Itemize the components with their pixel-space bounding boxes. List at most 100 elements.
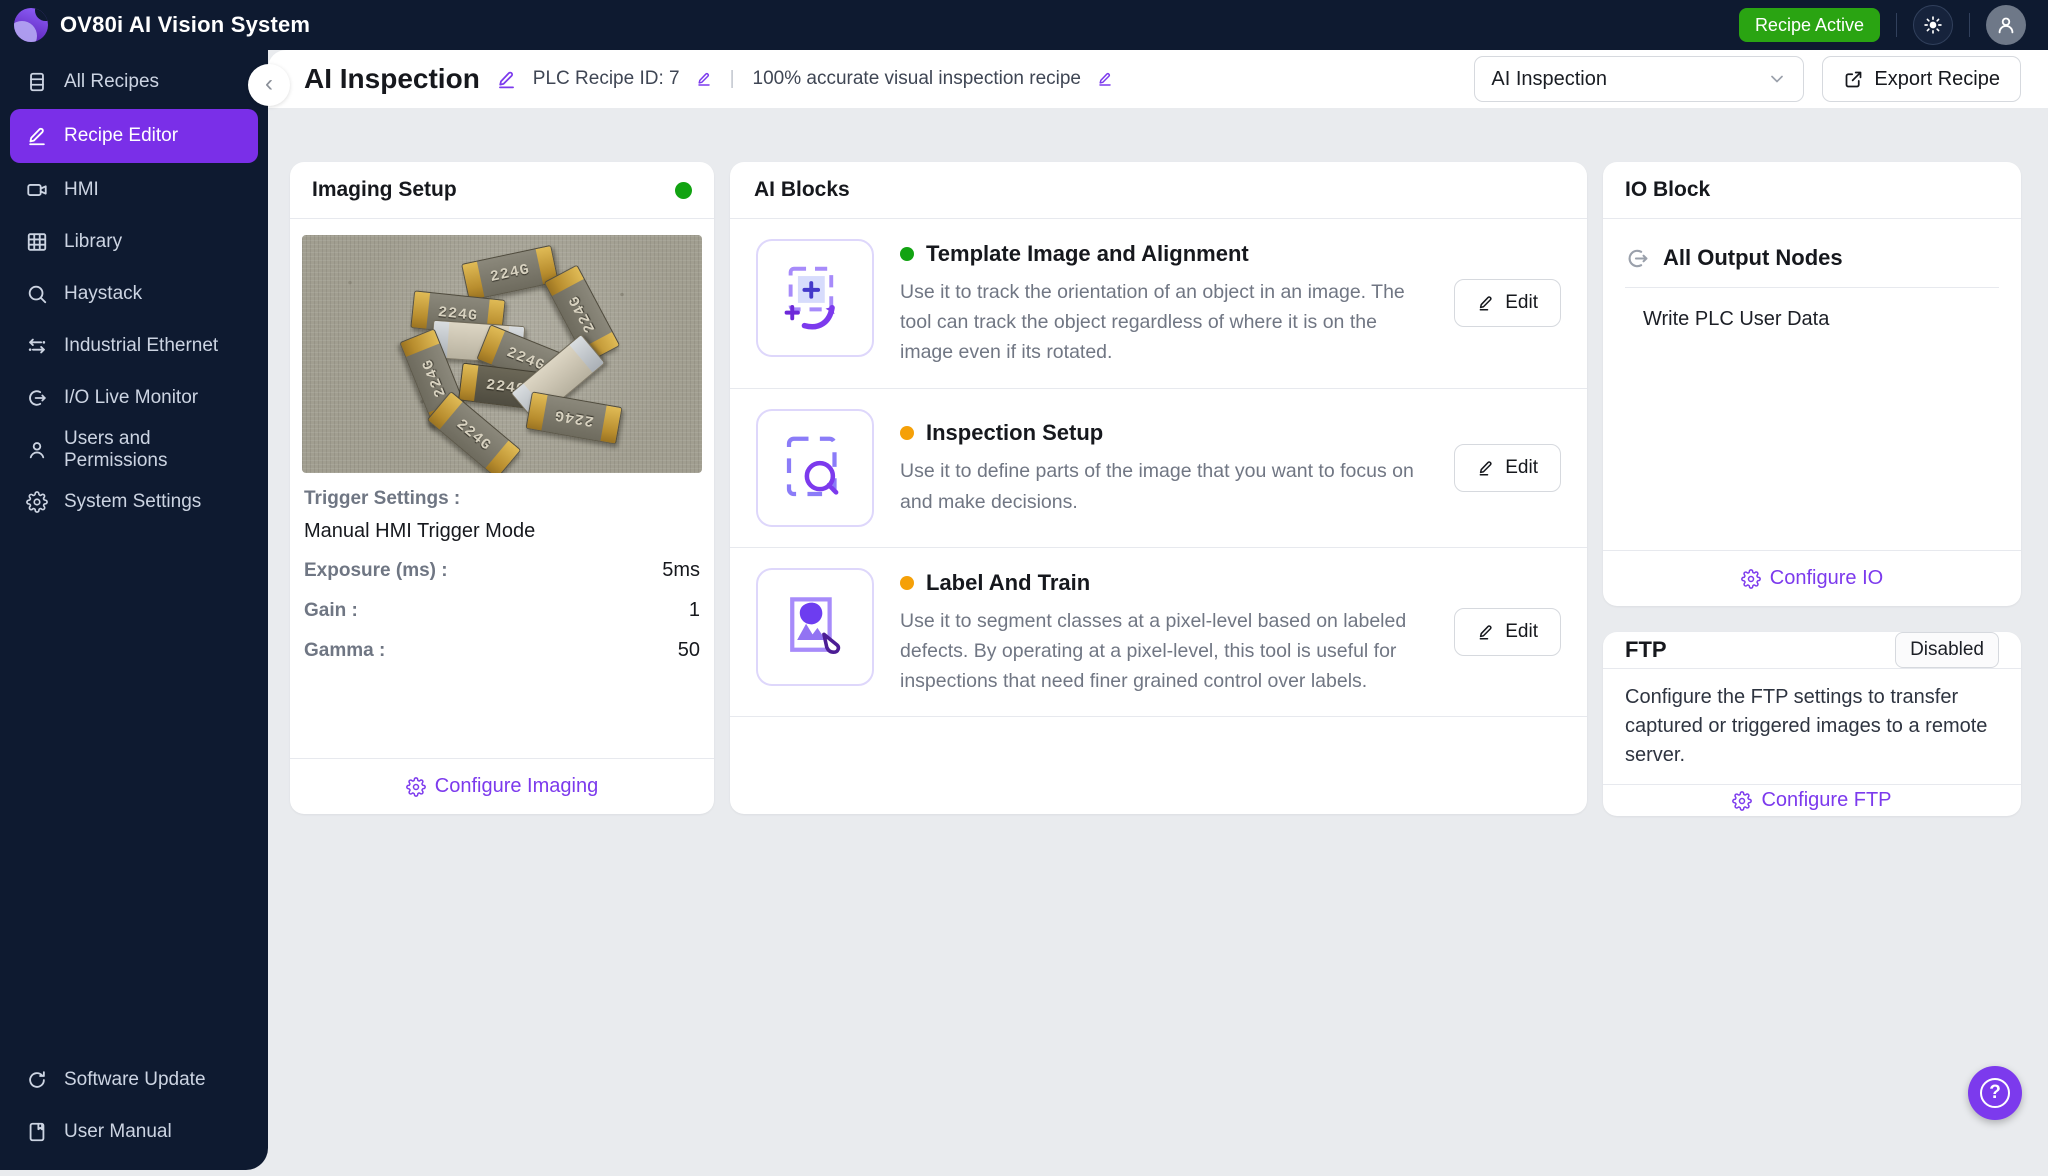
ai-block-text: Label And Train Use it to segment classe… — [900, 568, 1428, 697]
sidebar: All Recipes Recipe Editor HMI Library Ha… — [0, 50, 268, 1170]
brightness-icon — [1924, 16, 1942, 34]
io-block-header: IO Block — [1603, 162, 2021, 219]
sidebar-item-label: Haystack — [64, 283, 143, 304]
io-block-title: IO Block — [1625, 178, 1711, 201]
swap-arrows-icon — [28, 338, 46, 354]
grid-table-icon — [27, 233, 47, 251]
ai-blocks-header: AI Blocks — [730, 162, 1587, 219]
edit-template-alignment-button[interactable]: Edit — [1454, 279, 1561, 328]
io-card-footer: Configure IO — [1603, 550, 2021, 606]
topbar-separator — [1969, 13, 1970, 37]
edit-title-icon[interactable] — [496, 69, 517, 90]
header-separator: | — [729, 68, 735, 89]
gamma-value: 50 — [677, 639, 700, 661]
configure-imaging-label: Configure Imaging — [434, 775, 599, 797]
user-avatar-button[interactable] — [1986, 5, 2026, 45]
recipe-active-badge: Recipe Active — [1738, 8, 1880, 42]
sidebar-footer: Software Update User Manual — [0, 1054, 268, 1162]
sidebar-item-recipe-editor[interactable]: Recipe Editor — [10, 109, 258, 163]
configure-io-button[interactable]: Configure IO — [1735, 566, 1889, 591]
page-header-left: AI Inspection PLC Recipe ID: 7 | 100% ac… — [304, 63, 1113, 95]
output-nodes-title: All Output Nodes — [1663, 245, 1843, 270]
imaging-card-footer: Configure Imaging — [290, 758, 714, 814]
sidebar-item-label: User Manual — [64, 1121, 172, 1142]
sidebar-collapse-button[interactable]: ‹ — [248, 64, 290, 106]
gear-icon — [405, 776, 426, 797]
plc-recipe-id: PLC Recipe ID: 7 — [532, 68, 680, 89]
imaging-status-dot — [675, 181, 692, 199]
camera-preview: 224G 224G 224G 224G 224G 224G 224G 224G — [302, 235, 702, 473]
output-node-item: Write PLC User Data — [1643, 308, 1830, 330]
sidebar-item-label: HMI — [64, 179, 99, 200]
sidebar-item-hmi[interactable]: HMI — [10, 165, 258, 215]
ai-block-text: Template Image and Alignment Use it to t… — [900, 239, 1428, 368]
edit-description-icon[interactable] — [1097, 71, 1113, 87]
app-logo-icon — [14, 8, 48, 42]
help-button[interactable]: ? — [1968, 1066, 2022, 1120]
topbar-separator — [1896, 13, 1897, 37]
page-header: AI Inspection PLC Recipe ID: 7 | 100% ac… — [268, 50, 2048, 108]
export-recipe-button[interactable]: Export Recipe — [1822, 56, 2021, 102]
edit-button-label: Edit — [1505, 620, 1538, 642]
export-icon — [1846, 71, 1862, 87]
ftp-description: Configure the FTP settings to transfer c… — [1625, 686, 1988, 766]
block-status-dot — [900, 426, 914, 441]
gain-label: Gain : — [304, 599, 358, 621]
refresh-icon — [29, 1071, 45, 1088]
ftp-title: FTP — [1625, 637, 1667, 662]
sidebar-item-users-permissions[interactable]: Users and Permissions — [10, 425, 258, 475]
chevron-down-icon — [1771, 75, 1784, 83]
imaging-setup-card: Imaging Setup 224G 224G 224G 224G 224G 224G 22… — [290, 162, 714, 814]
label-train-icon — [756, 567, 874, 686]
pen-icon — [1479, 625, 1492, 640]
page-title: AI Inspection — [304, 63, 480, 94]
output-nodes-header: All Output Nodes — [1625, 245, 1999, 271]
app-title: OV80i AI Vision System — [60, 12, 311, 37]
recipe-select[interactable]: AI Inspection — [1474, 56, 1805, 102]
smd-chip: 224G — [525, 391, 623, 445]
search-icon — [28, 285, 47, 304]
configure-io-label: Configure IO — [1769, 567, 1884, 589]
recipe-select-value: AI Inspection — [1491, 67, 1607, 90]
imaging-settings: Trigger Settings : Manual HMI Trigger Mo… — [290, 473, 714, 679]
sidebar-item-user-manual[interactable]: User Manual — [10, 1107, 258, 1157]
edit-button-label: Edit — [1505, 292, 1538, 314]
edit-label-train-button[interactable]: Edit — [1454, 607, 1561, 656]
configure-imaging-button[interactable]: Configure Imaging — [400, 774, 604, 799]
ai-blocks-card: AI Blocks Template Image and Alignment U… — [730, 162, 1587, 814]
page-header-actions: AI Inspection Export Recipe — [1474, 56, 2021, 102]
sidebar-item-all-recipes[interactable]: All Recipes — [10, 57, 258, 107]
gain-value: 1 — [688, 599, 700, 621]
sidebar-item-label: Users and Permissions — [64, 428, 168, 471]
block-status-dot — [900, 575, 914, 590]
exposure-label: Exposure (ms) : — [304, 559, 448, 581]
configure-ftp-label: Configure FTP — [1761, 789, 1892, 811]
ftp-header: FTP Disabled — [1603, 632, 2021, 669]
gear-icon — [1732, 790, 1753, 811]
gear-icon — [1740, 568, 1761, 589]
sidebar-nav: All Recipes Recipe Editor HMI Library Ha… — [0, 56, 268, 1054]
ai-block-description: Use it to track the orientation of an ob… — [900, 281, 1405, 364]
sidebar-item-industrial-ethernet[interactable]: Industrial Ethernet — [10, 321, 258, 371]
ai-block-description: Use it to segment classes at a pixel-lev… — [900, 609, 1407, 693]
manual-book-icon — [29, 1122, 45, 1142]
sidebar-item-system-settings[interactable]: System Settings — [10, 477, 258, 527]
sidebar-item-software-update[interactable]: Software Update — [10, 1055, 258, 1105]
theme-toggle-button[interactable] — [1913, 5, 1953, 45]
gain-row: Gain : 1 — [304, 599, 700, 622]
right-column: IO Block All Output Nodes Write PLC User… — [1603, 162, 2021, 816]
page: OV80i AI Vision System Recipe Active All… — [0, 0, 2048, 1176]
configure-ftp-button[interactable]: Configure FTP — [1726, 788, 1897, 813]
sidebar-item-haystack[interactable]: Haystack — [10, 269, 258, 319]
sidebar-item-io-live-monitor[interactable]: I/O Live Monitor — [10, 373, 258, 423]
edit-inspection-setup-button[interactable]: Edit — [1454, 443, 1561, 492]
ftp-footer: Configure FTP — [1603, 784, 2021, 816]
imaging-card-title: Imaging Setup — [312, 178, 457, 201]
recipes-list-icon — [30, 72, 44, 92]
sidebar-item-label: Library — [64, 231, 123, 252]
edit-plc-id-icon[interactable] — [696, 71, 712, 87]
template-alignment-icon — [756, 239, 874, 357]
sidebar-item-label: System Settings — [64, 491, 202, 512]
sidebar-item-library[interactable]: Library — [10, 217, 258, 267]
edit-button-label: Edit — [1505, 456, 1538, 478]
